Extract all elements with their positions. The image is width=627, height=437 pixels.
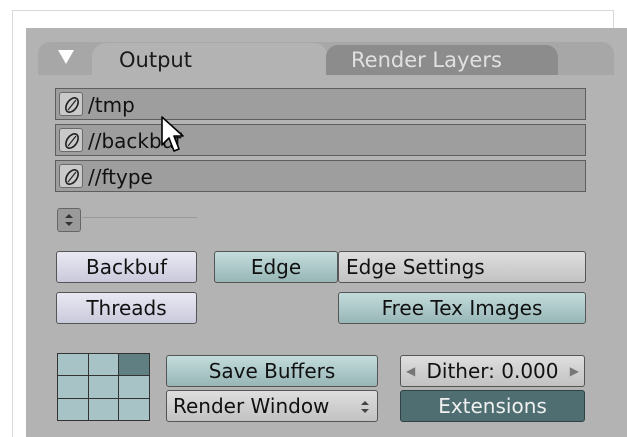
grid-cell-selected[interactable] (119, 354, 149, 376)
extensions-button[interactable]: Extensions (400, 390, 585, 422)
format-spinner[interactable] (57, 208, 81, 232)
path-field-ftype[interactable]: //ftype (55, 160, 586, 192)
render-window-grid[interactable] (57, 353, 150, 421)
backbuf-button[interactable]: Backbuf (56, 251, 197, 283)
tab-render-layers-label: Render Layers (351, 48, 502, 72)
decrement-arrow-icon[interactable]: ◀ (406, 356, 415, 386)
save-buffers-button[interactable]: Save Buffers (166, 355, 378, 387)
tab-render-layers[interactable]: Render Layers (326, 45, 558, 75)
mouse-cursor-icon (161, 116, 184, 152)
dropdown-arrows-icon (361, 401, 369, 413)
path-text: //ftype (88, 165, 153, 189)
dither-value: Dither: 0.000 (426, 359, 559, 383)
grid-cell[interactable] (88, 376, 119, 398)
path-field-backbuf[interactable]: //backbuf (55, 124, 586, 156)
tab-output[interactable]: Output (92, 43, 328, 77)
increment-arrow-icon[interactable]: ▶ (570, 356, 579, 386)
edge-toggle[interactable]: Edge (214, 251, 338, 283)
grid-cell[interactable] (119, 398, 149, 420)
grid-cell[interactable] (58, 398, 88, 420)
edge-settings-button[interactable]: Edge Settings (338, 251, 586, 283)
render-window-dropdown[interactable]: Render Window (166, 390, 378, 422)
folder-icon[interactable] (59, 92, 83, 116)
tab-output-label: Output (119, 48, 192, 72)
path-text: /tmp (88, 93, 135, 117)
folder-icon[interactable] (59, 128, 83, 152)
render-window-label: Render Window (173, 394, 330, 418)
grid-cell[interactable] (88, 398, 119, 420)
free-tex-images-button[interactable]: Free Tex Images (338, 292, 586, 324)
dither-field[interactable]: ◀ Dither: 0.000 ▶ (400, 355, 585, 387)
threads-button[interactable]: Threads (56, 292, 197, 324)
path-field-output[interactable]: /tmp (55, 88, 586, 120)
folder-icon[interactable] (59, 164, 83, 188)
collapse-triangle-icon[interactable] (58, 50, 74, 64)
grid-cell[interactable] (119, 376, 149, 398)
grid-cell[interactable] (58, 376, 88, 398)
spinner-divider (82, 217, 197, 218)
grid-cell[interactable] (58, 354, 88, 376)
grid-cell[interactable] (88, 354, 119, 376)
